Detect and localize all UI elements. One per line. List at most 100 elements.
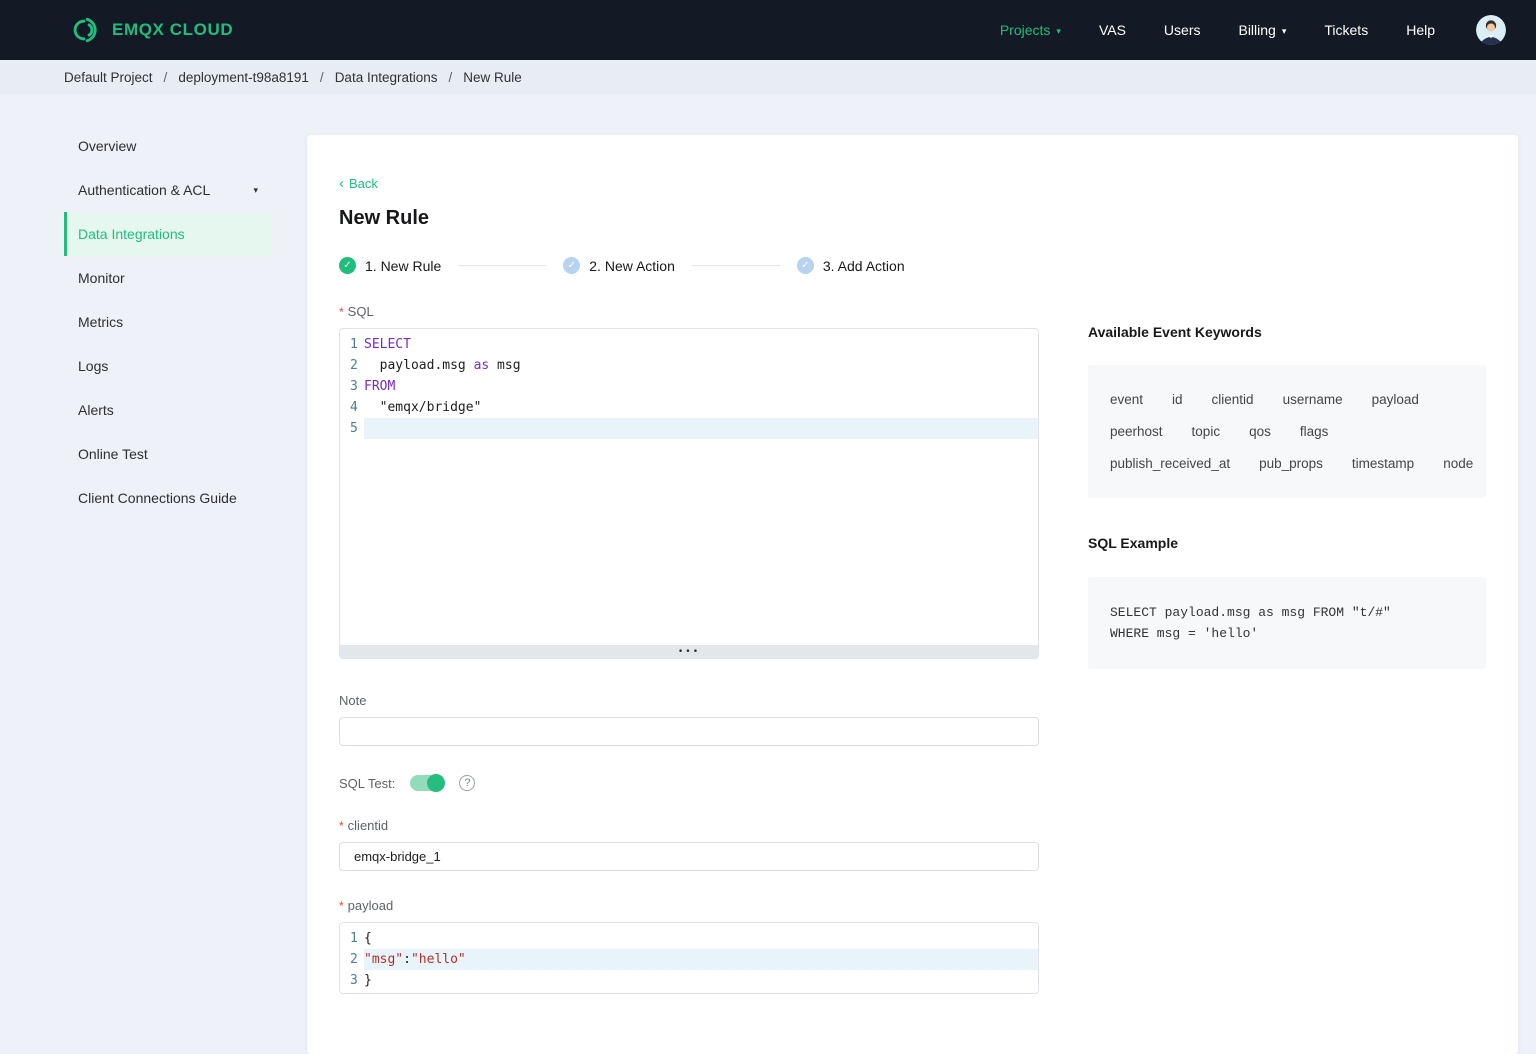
back-button[interactable]: ‹ Back <box>339 176 378 191</box>
wizard-step: ✓ 2. New Action <box>563 257 675 274</box>
code-line-content: FROM <box>364 376 1038 397</box>
breadcrumb-item[interactable]: New Rule <box>463 70 522 85</box>
chevron-down-icon: ▾ <box>1056 25 1061 36</box>
sidebar: Overview Authentication & ACL ▾ Data Integr… <box>0 94 307 520</box>
code-line[interactable]: 3 FROM <box>340 376 1038 397</box>
sidebar-item-label: Authentication & ACL <box>78 182 211 198</box>
required-asterisk: * <box>339 304 344 319</box>
event-keyword: flags <box>1299 424 1329 439</box>
code-token: FROM <box>364 379 396 394</box>
code-line-content: "emqx/bridge" <box>364 397 1038 418</box>
required-asterisk: * <box>339 898 344 913</box>
user-avatar[interactable] <box>1476 15 1506 45</box>
breadcrumb-separator: / <box>319 69 324 85</box>
nav-item-label: Users <box>1163 22 1201 38</box>
step-label: 2. New Action <box>589 257 675 274</box>
line-number: 4 <box>350 400 358 415</box>
code-line[interactable]: 5 <box>340 418 1038 439</box>
line-number: 5 <box>350 421 358 436</box>
nav-item-label: VAS <box>1098 22 1126 38</box>
step-check-icon: ✓ <box>563 257 581 274</box>
sql-example-box: SELECT payload.msg as msg FROM "t/#" WHER… <box>1088 577 1486 669</box>
editor-resize-handle[interactable]: ••• <box>340 645 1038 658</box>
line-number: 3 <box>350 973 358 988</box>
step-label: 3. Add Action <box>822 257 905 274</box>
note-input[interactable] <box>339 717 1039 746</box>
toggle-knob <box>427 774 446 792</box>
navbar-menu: Projects ▾ VAS Users Billing ▾ Tickets Help <box>981 0 1454 60</box>
line-number: 1 <box>350 931 358 946</box>
sidebar-item-overview[interactable]: Overview <box>64 124 272 168</box>
sql-test-toggle[interactable] <box>410 774 446 792</box>
step-label: 1. New Rule <box>365 257 442 274</box>
code-line-content: } <box>364 970 1038 991</box>
emqx-logo[interactable]: EMQX CLOUD <box>64 16 233 44</box>
event-keyword: node <box>1443 456 1474 471</box>
keywords-title: Available Event Keywords <box>1088 324 1262 340</box>
nav-item-tickets[interactable]: Tickets <box>1305 0 1387 60</box>
wizard-stepper: ✓ 1. New Rule ✓ 2. New Action ✓ 3. Add Action <box>339 257 1486 274</box>
payload-editor[interactable]: 1{2 "msg":"hello" 3} <box>339 922 1039 994</box>
sql-editor[interactable]: 1 SELECT 2 payload.msg as msg 3 FROM 4 "emqx/… <box>339 328 1039 659</box>
nav-item-users[interactable]: Users <box>1145 0 1220 60</box>
nav-item-vas[interactable]: VAS <box>1080 0 1145 60</box>
code-line-content: { <box>364 928 1038 949</box>
top-navbar: EMQX CLOUD Projects ▾ VAS Users Billing ▾ Tick… <box>0 0 1536 60</box>
nav-item-billing[interactable]: Billing ▾ <box>1219 0 1305 60</box>
sidebar-item-label: Monitor <box>78 270 125 286</box>
line-number: 2 <box>350 358 358 373</box>
wizard-step: ✓ 1. New Rule <box>339 257 441 274</box>
payload-code-area[interactable]: 1{2 "msg":"hello" 3} <box>340 923 1038 993</box>
code-line[interactable]: 3} <box>340 970 1038 991</box>
nav-item-projects[interactable]: Projects ▾ <box>981 0 1080 60</box>
step-check-icon: ✓ <box>796 257 814 274</box>
clientid-input[interactable] <box>339 842 1039 871</box>
nav-item-help[interactable]: Help <box>1387 0 1454 60</box>
event-keyword: timestamp <box>1351 456 1415 471</box>
clientid-field-label: * clientid <box>339 818 389 833</box>
code-token: "emqx/bridge" <box>364 400 482 415</box>
sidebar-item-logs[interactable]: Logs <box>64 344 272 388</box>
sidebar-item-alerts[interactable]: Alerts <box>64 388 272 432</box>
event-keyword: event <box>1110 392 1144 407</box>
chevron-down-icon: ▾ <box>1281 25 1287 36</box>
sql-code-area[interactable]: 1 SELECT 2 payload.msg as msg 3 FROM 4 "emqx/… <box>340 329 1038 645</box>
sidebar-item-label: Logs <box>78 358 109 374</box>
keywords-box: event id clientid username payload peerhost to… <box>1088 365 1486 498</box>
sidebar-item-data-integrations[interactable]: Data Integrations <box>64 212 272 256</box>
code-line-content <box>364 418 1038 439</box>
code-token: "hello" <box>410 952 466 967</box>
help-icon[interactable]: ? <box>459 775 476 791</box>
code-line[interactable]: 2 "msg":"hello" <box>340 949 1038 970</box>
code-line-content: SELECT <box>364 334 1038 355</box>
line-number: 3 <box>350 379 358 394</box>
nav-item-label: Help <box>1406 22 1435 38</box>
emqx-logo-icon <box>64 16 102 44</box>
breadcrumb: Default Project / deployment-t98a8191 / Data… <box>0 60 1536 94</box>
event-keyword: publish_received_at <box>1110 456 1231 471</box>
event-keyword: topic <box>1191 424 1221 439</box>
code-line[interactable]: 1 SELECT <box>340 334 1038 355</box>
code-token: : <box>403 952 411 967</box>
sidebar-item-authentication-acl[interactable]: Authentication & ACL ▾ <box>64 168 272 212</box>
sidebar-item-label: Client Connections Guide <box>78 490 237 506</box>
code-line[interactable]: 4 "emqx/bridge" <box>340 397 1038 418</box>
sidebar-item-online-test[interactable]: Online Test <box>64 432 272 476</box>
breadcrumb-separator: / <box>448 69 453 85</box>
sidebar-item-label: Online Test <box>78 446 148 462</box>
nav-item-label: Projects <box>999 22 1051 38</box>
sidebar-item-metrics[interactable]: Metrics <box>64 300 272 344</box>
code-line[interactable]: 2 payload.msg as msg <box>340 355 1038 376</box>
sidebar-item-client-connections-guide[interactable]: Client Connections Guide <box>64 476 272 520</box>
sidebar-item-monitor[interactable]: Monitor <box>64 256 272 300</box>
sidebar-item-label: Metrics <box>78 314 124 330</box>
step-check-icon: ✓ <box>339 257 356 274</box>
code-token: payload.msg <box>364 358 474 373</box>
note-field-label: Note <box>339 693 367 708</box>
nav-item-label: Billing <box>1238 22 1276 38</box>
code-line-content: payload.msg as msg <box>364 355 1038 376</box>
code-line[interactable]: 1{ <box>340 928 1038 949</box>
breadcrumb-item[interactable]: deployment-t98a8191 <box>178 70 309 85</box>
breadcrumb-item[interactable]: Default Project <box>64 70 153 85</box>
breadcrumb-item[interactable]: Data Integrations <box>335 70 438 85</box>
